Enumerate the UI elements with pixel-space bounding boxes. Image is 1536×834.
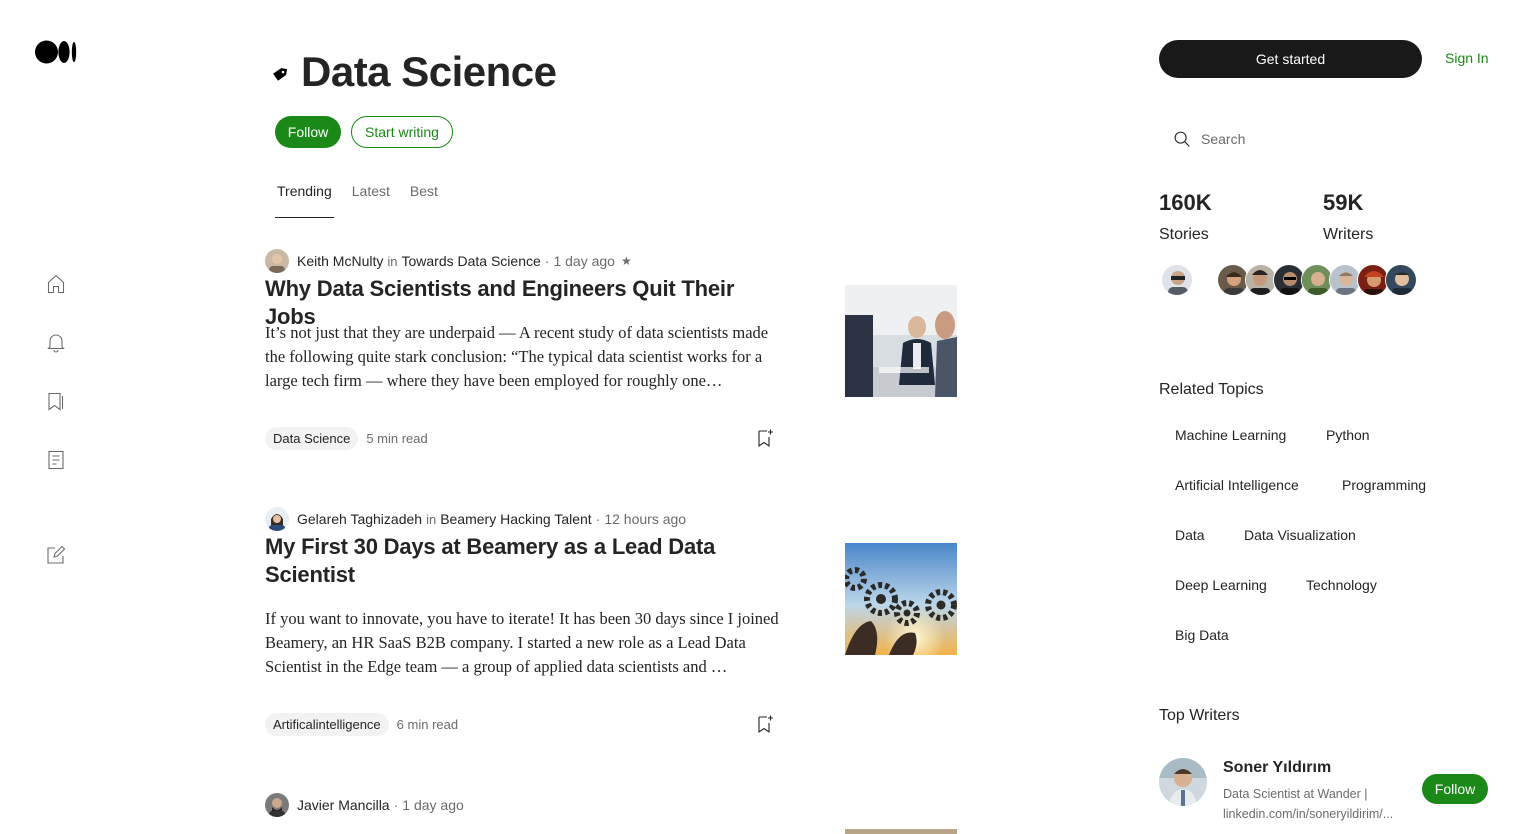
medium-logo-icon[interactable]: [35, 40, 77, 64]
publication-name[interactable]: Beamery Hacking Talent: [440, 511, 591, 527]
topic-chip[interactable]: Deep Learning: [1175, 577, 1267, 593]
topic-chip[interactable]: Data Visualization: [1244, 527, 1356, 543]
writer-avatar[interactable]: [1159, 758, 1207, 806]
write-icon[interactable]: [44, 543, 68, 567]
author-name[interactable]: Gelareh Taghizadeh: [297, 511, 422, 527]
topic-chip[interactable]: Machine Learning: [1175, 427, 1286, 443]
search-bar: [1159, 120, 1488, 158]
article-excerpt[interactable]: If you want to innovate, you have to ite…: [265, 607, 785, 679]
article-card[interactable]: Keith McNulty in Towards Data Science · …: [265, 249, 957, 451]
article-meta: Gelareh Taghizadeh in Beamery Hacking Ta…: [265, 507, 957, 531]
topic-chip[interactable]: Big Data: [1175, 627, 1229, 643]
separator-dot: ·: [393, 797, 399, 813]
feed-tabs: Trending Latest Best: [275, 182, 456, 218]
writer-name[interactable]: Soner Yıldırım: [1223, 759, 1331, 777]
follow-writer-button[interactable]: Follow: [1422, 774, 1488, 804]
search-input[interactable]: [1201, 131, 1461, 147]
article-meta: Keith McNulty in Towards Data Science · …: [265, 249, 957, 273]
article-excerpt[interactable]: It’s not just that they are underpaid — …: [265, 321, 785, 393]
read-time: 5 min read: [366, 430, 428, 446]
topic-chip[interactable]: Data: [1175, 527, 1205, 543]
start-writing-button[interactable]: Start writing: [351, 116, 453, 148]
stat-value: 59K: [1323, 190, 1364, 215]
bookmark-add-icon[interactable]: [753, 426, 777, 450]
article-meta: Javier Mancilla · 1 day ago: [265, 793, 957, 817]
author-name[interactable]: Keith McNulty: [297, 253, 383, 269]
bookmarks-icon[interactable]: [44, 389, 68, 413]
topic-chip[interactable]: Python: [1326, 427, 1370, 443]
tab-trending[interactable]: Trending: [275, 182, 334, 218]
article-footer: Data Science 5 min read: [265, 425, 785, 451]
separator-dot: ·: [544, 253, 550, 269]
in-label: in: [387, 253, 398, 269]
topic-chip[interactable]: Technology: [1306, 577, 1377, 593]
writer-avatar[interactable]: [1161, 264, 1193, 296]
bell-icon[interactable]: [44, 330, 68, 354]
article-card[interactable]: Gelareh Taghizadeh in Beamery Hacking Ta…: [265, 507, 957, 737]
top-writers-title: Top Writers: [1159, 707, 1240, 724]
article-tag[interactable]: Data Science: [265, 426, 359, 450]
stories-icon[interactable]: [44, 448, 68, 472]
article-tag[interactable]: Artificalintelligence: [265, 712, 389, 736]
tab-latest[interactable]: Latest: [350, 182, 392, 218]
stat-label: Writers: [1323, 226, 1374, 243]
publication-name[interactable]: Towards Data Science: [401, 253, 540, 269]
writer-avatar[interactable]: [1385, 264, 1417, 296]
related-topics-title: Related Topics: [1159, 381, 1264, 398]
stat-label: Stories: [1159, 226, 1209, 243]
author-name[interactable]: Javier Mancilla: [297, 797, 390, 813]
get-started-button[interactable]: Get started: [1159, 40, 1422, 78]
post-time: 1 day ago: [402, 797, 464, 813]
post-time: 1 day ago: [553, 253, 615, 269]
author-avatar[interactable]: [265, 507, 289, 531]
article-thumbnail[interactable]: [845, 543, 957, 655]
article-footer: Artificalintelligence 6 min read: [265, 711, 785, 737]
article-thumbnail[interactable]: [845, 285, 957, 397]
follow-topic-button[interactable]: Follow: [275, 116, 341, 148]
topic-chip[interactable]: Artificial Intelligence: [1175, 477, 1299, 493]
home-icon[interactable]: [44, 272, 68, 296]
author-avatar[interactable]: [265, 793, 289, 817]
stat-stories: 160K Stories: [1159, 190, 1212, 244]
topic-chip[interactable]: Programming: [1342, 477, 1426, 493]
writer-avatars: [1159, 264, 1419, 296]
tab-best[interactable]: Best: [408, 182, 440, 218]
page-title: Data Science: [301, 48, 557, 95]
read-time: 6 min read: [396, 716, 459, 732]
post-time: 12 hours ago: [604, 511, 687, 527]
star-icon: ★: [620, 254, 632, 268]
separator-dot: ·: [595, 511, 601, 527]
stat-value: 160K: [1159, 190, 1212, 215]
in-label: in: [426, 511, 437, 527]
article-card[interactable]: Javier Mancilla · 1 day ago: [265, 793, 957, 834]
stat-writers: 59K Writers: [1323, 190, 1373, 244]
article-thumbnail[interactable]: [845, 829, 957, 834]
sign-in-link[interactable]: Sign In: [1445, 50, 1489, 66]
author-avatar[interactable]: [265, 249, 289, 273]
search-icon: [1171, 128, 1193, 150]
bookmark-add-icon[interactable]: [753, 712, 777, 736]
article-title[interactable]: My First 30 Days at Beamery as a Lead Da…: [265, 533, 785, 589]
tag-icon: [271, 66, 289, 84]
writer-bio: Data Scientist at Wander | linkedin.com/…: [1223, 787, 1394, 821]
